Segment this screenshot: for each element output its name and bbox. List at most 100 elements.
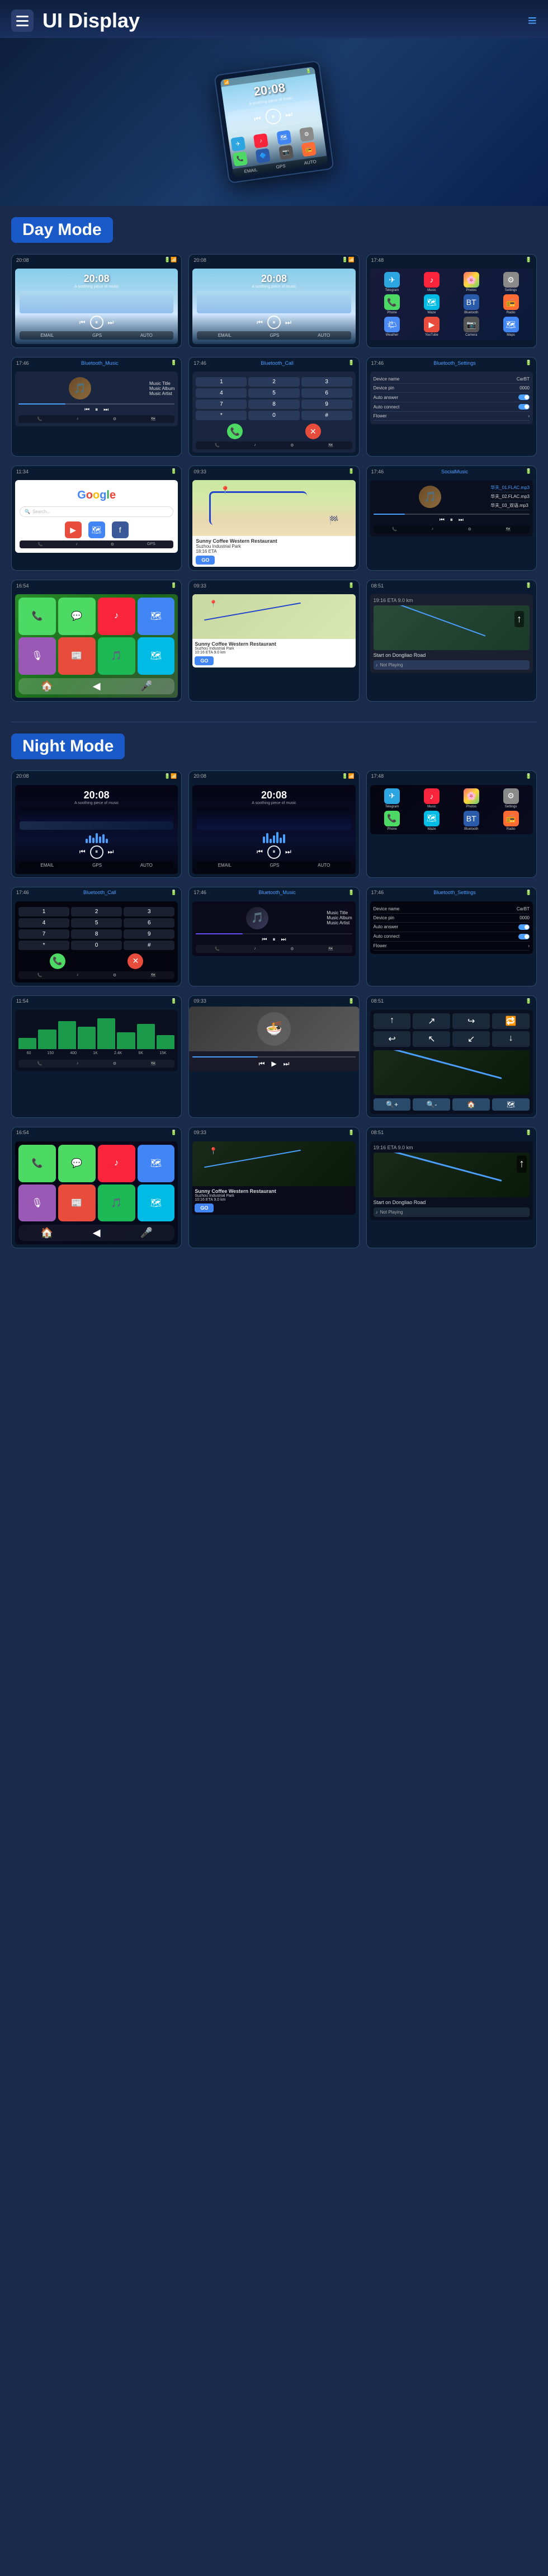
- app-radio[interactable]: 📻: [301, 142, 316, 157]
- night-ios-waze[interactable]: 🗺: [138, 1184, 175, 1222]
- track-2[interactable]: 华夫_02.FLAC.mp3: [490, 492, 530, 501]
- key-9[interactable]: 9: [301, 399, 352, 409]
- ios-podcast[interactable]: 🎙: [18, 637, 56, 675]
- key-star[interactable]: *: [196, 411, 247, 420]
- app-phone[interactable]: 📞: [233, 151, 248, 166]
- prev-button[interactable]: ⏮: [253, 114, 262, 124]
- go-button[interactable]: GO: [196, 556, 215, 565]
- key-4[interactable]: 4: [196, 388, 247, 398]
- night-ms-play[interactable]: ⏸: [272, 937, 275, 943]
- night-app-bt[interactable]: BT Bluetooth: [452, 811, 490, 831]
- ios-messages[interactable]: 💬: [58, 598, 96, 635]
- night-app-phone[interactable]: 📞 Phone: [374, 811, 411, 831]
- night-app-waze[interactable]: 🗺 Waze: [413, 811, 450, 831]
- ios-dock-back[interactable]: ◀: [93, 680, 101, 692]
- google-search-bar[interactable]: 🔍 Search...: [20, 506, 173, 517]
- nav-ctrl-2[interactable]: ↗: [413, 1013, 450, 1029]
- ms-play[interactable]: ⏸: [95, 407, 98, 413]
- app-item-radio[interactable]: 📻 Radio: [492, 294, 530, 314]
- ios-spotify[interactable]: 🎵: [98, 637, 135, 675]
- ps-play-2[interactable]: ⏸: [267, 316, 281, 329]
- np-play-1[interactable]: ⏸: [90, 845, 103, 859]
- key-2[interactable]: 2: [248, 377, 299, 387]
- auto-connect-toggle[interactable]: [518, 404, 530, 410]
- night-key-6[interactable]: 6: [124, 918, 174, 928]
- night-key-5[interactable]: 5: [71, 918, 122, 928]
- menu-button[interactable]: [11, 10, 34, 32]
- app-maps[interactable]: 🗺: [276, 130, 291, 145]
- ps-next-2[interactable]: ⏭: [285, 318, 291, 327]
- maps-quick-link[interactable]: 🗺: [88, 521, 105, 538]
- app-item-waze[interactable]: 🗺 Waze: [413, 294, 450, 314]
- night-key-1[interactable]: 1: [18, 907, 69, 916]
- nav-ctrl-3[interactable]: ↪: [452, 1013, 490, 1029]
- night-key-2[interactable]: 2: [71, 907, 122, 916]
- app-music[interactable]: ♪: [253, 133, 268, 148]
- app-item-maps[interactable]: 🗺 Maps: [492, 317, 530, 337]
- ps-prev-2[interactable]: ⏮: [257, 318, 263, 327]
- app-item-settings2[interactable]: ⚙ Settings: [492, 272, 530, 292]
- night-ios-messages[interactable]: 💬: [58, 1145, 96, 1182]
- night-auto-connect-toggle[interactable]: [518, 934, 530, 939]
- ios-music[interactable]: ♪: [98, 598, 135, 635]
- nav-btn-2[interactable]: 🔍-: [413, 1098, 450, 1111]
- ms-next[interactable]: ⏭: [103, 407, 108, 413]
- ios-dock-home[interactable]: 🏠: [40, 680, 53, 692]
- app-item-bt[interactable]: BT Bluetooth: [452, 294, 490, 314]
- night-app-radio[interactable]: 📻 Radio: [492, 811, 530, 831]
- night-app-music[interactable]: ♪ Music: [413, 788, 450, 808]
- night-key-3[interactable]: 3: [124, 907, 174, 916]
- key-6[interactable]: 6: [301, 388, 352, 398]
- night-key-8[interactable]: 8: [71, 929, 122, 939]
- np-play-2[interactable]: ⏸: [267, 845, 281, 859]
- ios-dock-siri[interactable]: 🎤: [140, 680, 152, 692]
- ps-next[interactable]: ⏭: [108, 318, 114, 327]
- social-play[interactable]: ⏸: [450, 517, 453, 523]
- night-key-9[interactable]: 9: [124, 929, 174, 939]
- night-call-reject[interactable]: ✕: [127, 953, 143, 969]
- app-item-photos[interactable]: 🌸 Photos: [452, 272, 490, 292]
- night-call-accept[interactable]: 📞: [50, 953, 65, 969]
- app-settings[interactable]: ⚙: [299, 127, 314, 142]
- media-next[interactable]: ⏭: [284, 1060, 290, 1068]
- ps-prev[interactable]: ⏮: [79, 318, 86, 327]
- night-ios-siri[interactable]: 🎤: [140, 1227, 152, 1239]
- key-3[interactable]: 3: [301, 377, 352, 387]
- key-0[interactable]: 0: [248, 411, 299, 420]
- nav-ctrl-7[interactable]: ↙: [452, 1031, 490, 1047]
- app-item-phone[interactable]: 📞 Phone: [374, 294, 411, 314]
- ios-maps[interactable]: 🗺: [138, 598, 175, 635]
- nav-icon[interactable]: ≡: [528, 12, 537, 30]
- night-app-photos[interactable]: 🌸 Photos: [452, 788, 490, 808]
- night-ios-podcast[interactable]: 🎙: [18, 1184, 56, 1222]
- night-key-star[interactable]: *: [18, 941, 69, 950]
- ps-play[interactable]: ⏸: [90, 316, 103, 329]
- ios-news[interactable]: 📰: [58, 637, 96, 675]
- key-5[interactable]: 5: [248, 388, 299, 398]
- app-item-telegram[interactable]: ✈ Telegram: [374, 272, 411, 292]
- night-key-4[interactable]: 4: [18, 918, 69, 928]
- night-key-hash[interactable]: #: [124, 941, 174, 950]
- app-item-camera[interactable]: 📷 Camera: [452, 317, 490, 337]
- nav-ctrl-6[interactable]: ↖: [413, 1031, 450, 1047]
- np-next-1[interactable]: ⏭: [108, 848, 114, 856]
- nav-btn-1[interactable]: 🔍+: [374, 1098, 411, 1111]
- ms-prev[interactable]: ⏮: [84, 407, 89, 413]
- np-prev-1[interactable]: ⏮: [79, 848, 86, 856]
- night-ios-music[interactable]: ♪: [98, 1145, 135, 1182]
- call-reject[interactable]: ✕: [305, 424, 321, 439]
- track-3[interactable]: 华夫_03_双语.mp3: [490, 501, 530, 510]
- ios-waze[interactable]: 🗺: [138, 637, 175, 675]
- night-ios-phone[interactable]: 📞: [18, 1145, 56, 1182]
- night-go-btn[interactable]: GO: [195, 1204, 214, 1212]
- call-accept[interactable]: 📞: [227, 424, 243, 439]
- ios-phone[interactable]: 📞: [18, 598, 56, 635]
- yt-quick-link[interactable]: ▶: [65, 521, 82, 538]
- track-1[interactable]: 华夫_01.FLAC.mp3: [490, 483, 530, 492]
- night-ios-home[interactable]: 🏠: [40, 1227, 53, 1239]
- next-button[interactable]: ⏭: [285, 109, 293, 120]
- app-item-yt[interactable]: ▶ YouTube: [413, 317, 450, 337]
- np-next-2[interactable]: ⏭: [285, 848, 291, 856]
- social-prev[interactable]: ⏮: [440, 517, 445, 523]
- media-play[interactable]: ▶: [271, 1060, 276, 1068]
